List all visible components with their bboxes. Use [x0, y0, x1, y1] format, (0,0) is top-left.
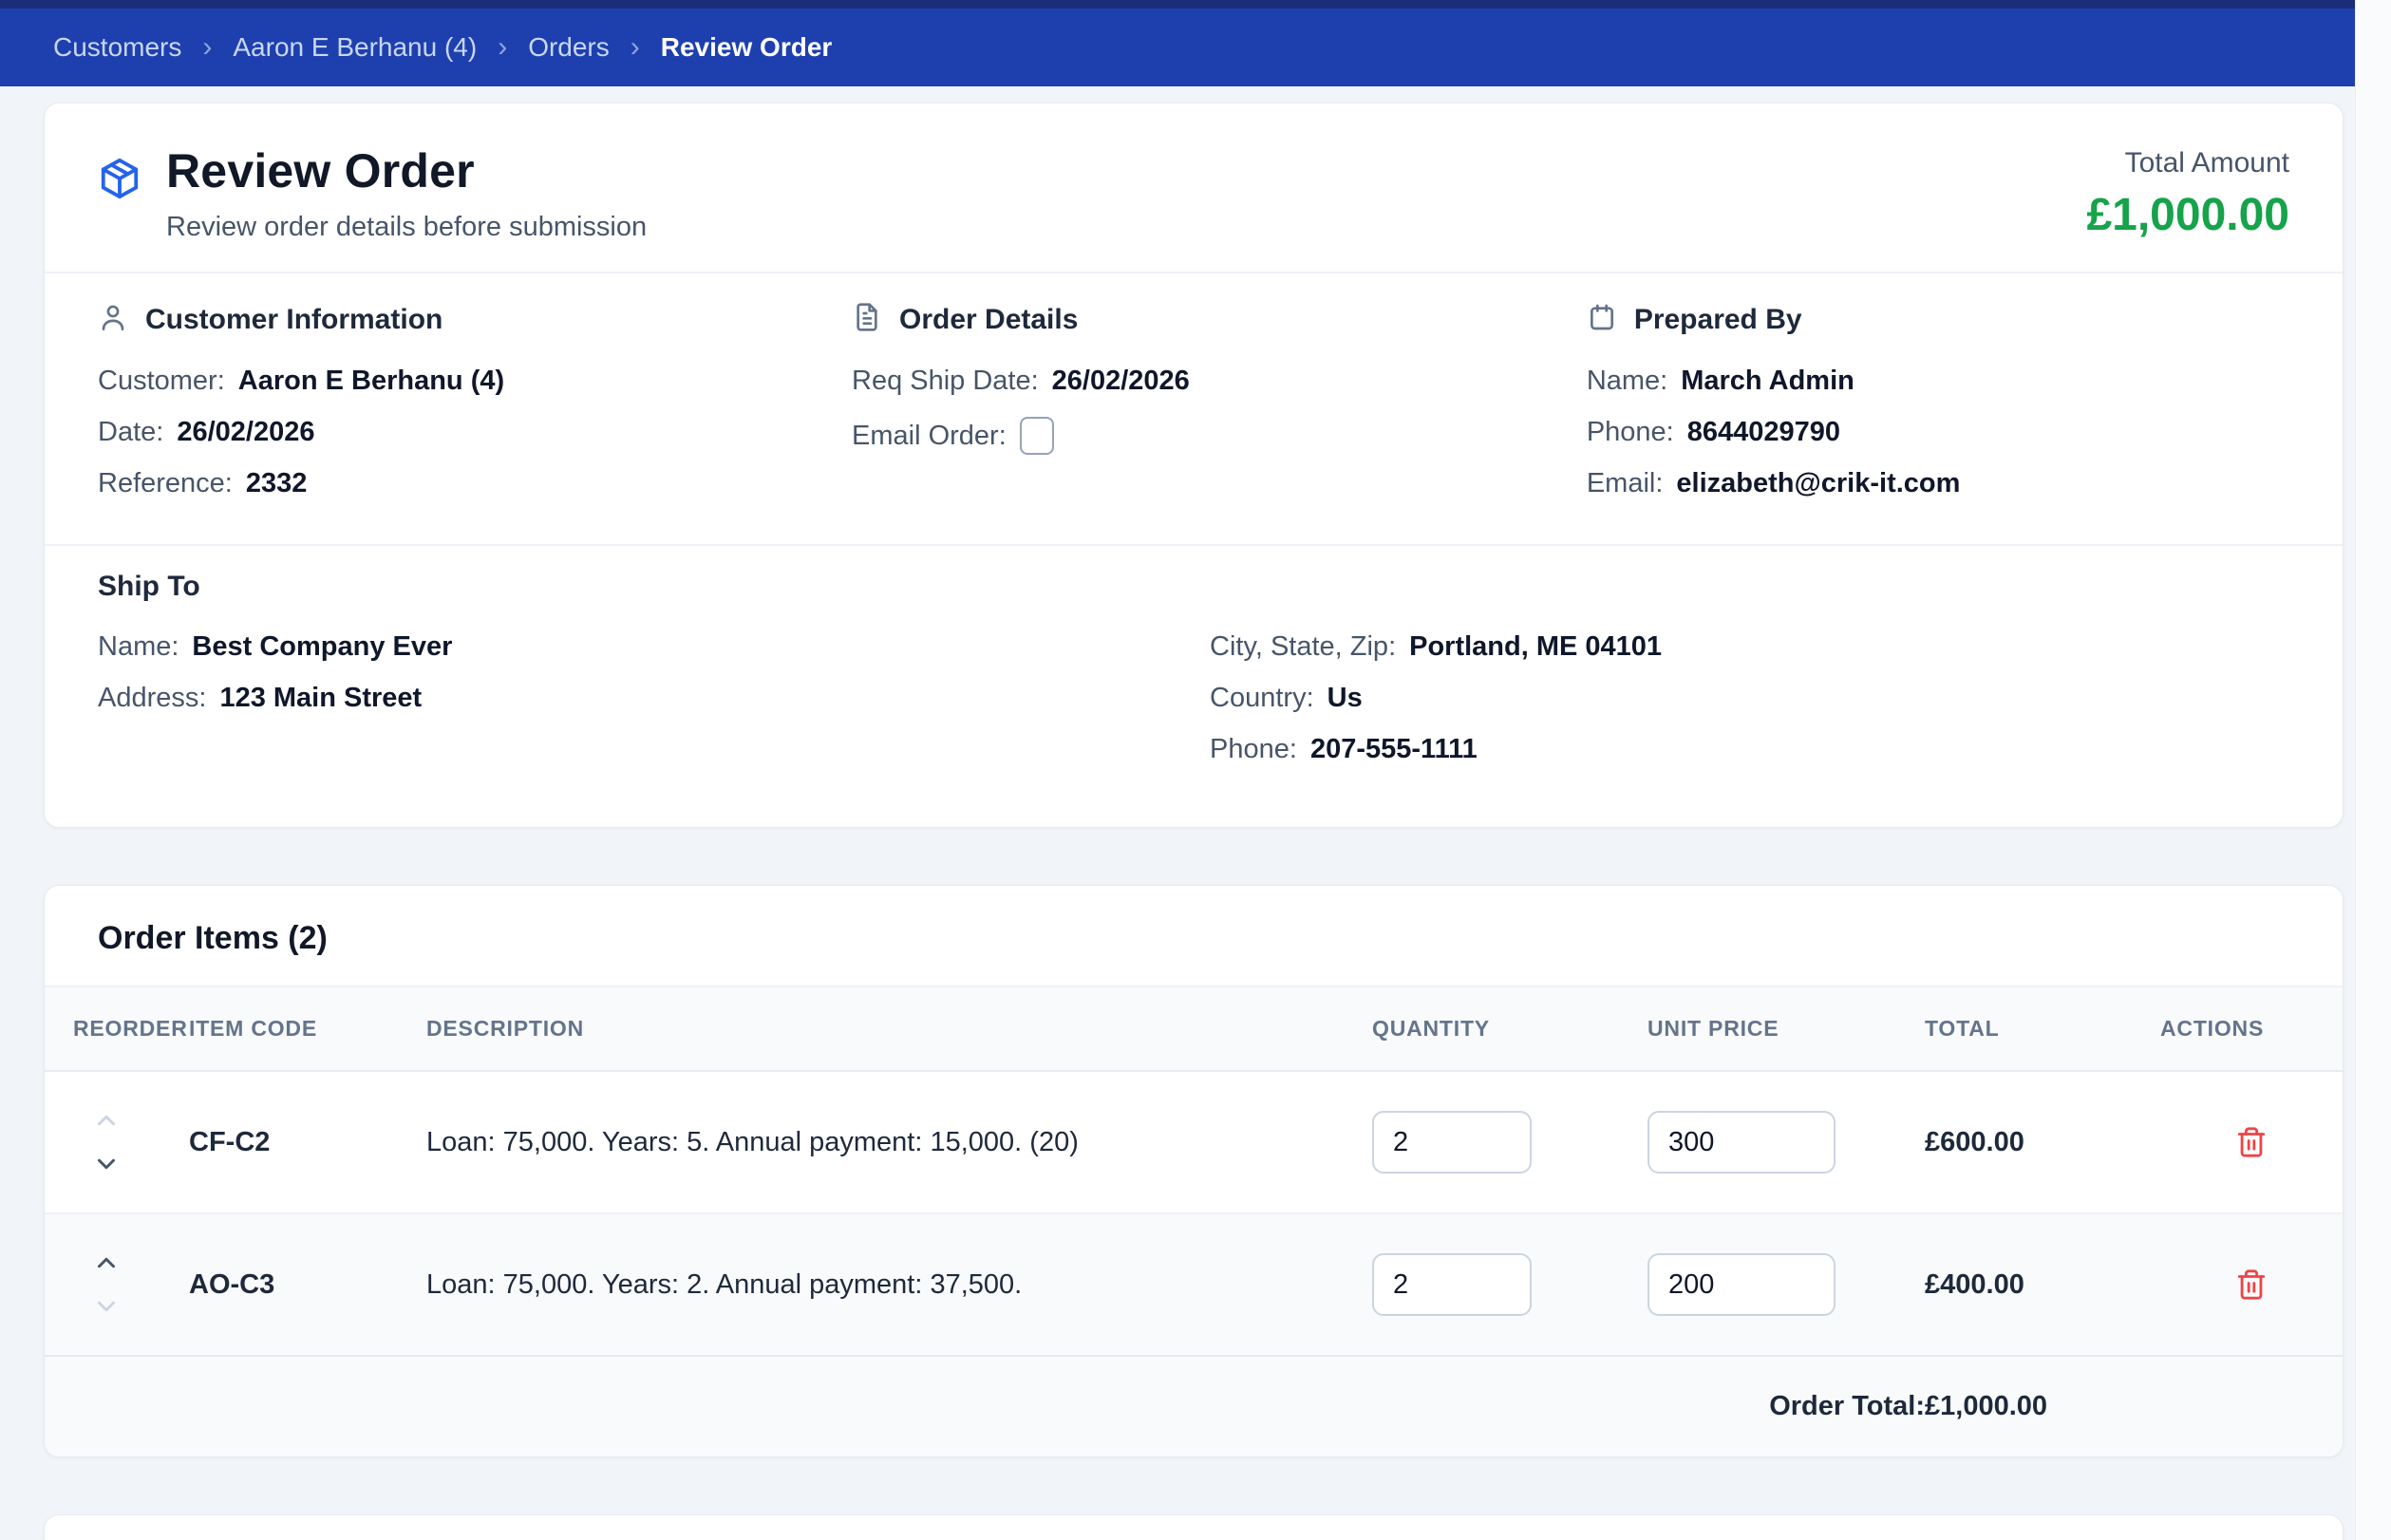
table-row: CF-C2 Loan: 75,000. Years: 5. Annual pay… — [45, 1071, 2343, 1213]
prepared-email-value: elizabeth@crik-it.com — [1676, 468, 1961, 498]
prepared-by-heading: Prepared By — [1633, 303, 1802, 335]
ship-to-section: Ship To Name: Best Company Ever Address: 1… — [45, 546, 2343, 827]
column-header-total: Total — [1925, 986, 2160, 1072]
prepared-name-label: Name: — [1586, 366, 1668, 396]
breadcrumb-separator-icon: › — [202, 31, 213, 63]
breadcrumb-orders[interactable]: Orders — [528, 32, 610, 63]
date-value: 26/02/2026 — [177, 417, 315, 447]
ship-city-label: City, State, Zip: — [1210, 631, 1397, 662]
total-amount-label: Total Amount — [2124, 147, 2289, 178]
req-ship-date-label: Req Ship Date: — [852, 366, 1039, 396]
order-items-card: Order Items (2) Reorder Item Code Descri… — [44, 885, 2344, 1457]
order-items-heading: Order Items (2) — [98, 920, 328, 956]
customer-information-section: Customer Information Customer: Aaron E Be… — [98, 302, 852, 519]
user-icon — [98, 302, 128, 337]
item-description: Loan: 75,000. Years: 5. Annual payment: … — [426, 1126, 1079, 1157]
reference-label: Reference: — [98, 468, 233, 498]
ship-country-label: Country: — [1210, 683, 1314, 713]
breadcrumb-customers[interactable]: Customers — [53, 32, 181, 63]
breadcrumb-current-page: Review Order — [660, 32, 833, 62]
ship-address-value: 123 Main Street — [219, 683, 423, 713]
column-header-reorder: Reorder — [45, 986, 189, 1072]
delete-item-button[interactable] — [2235, 1268, 2268, 1301]
order-details-section: Order Details Req Ship Date: 26/02/2026 E… — [852, 302, 1587, 519]
prepared-by-section: Prepared By Name: March Admin Phone: 86440… — [1587, 302, 2289, 519]
prepared-phone-value: 8644029790 — [1686, 417, 1841, 447]
item-description: Loan: 75,000. Years: 2. Annual payment: … — [426, 1268, 1023, 1300]
package-icon — [98, 157, 141, 205]
ship-address-label: Address: — [98, 683, 207, 713]
order-total-label: Order Total: — [45, 1355, 1925, 1456]
breadcrumb-customer-name[interactable]: Aaron E Berhanu (4) — [233, 32, 477, 63]
page-subtitle: Review order details before submission — [166, 212, 648, 242]
order-details-heading: Order Details — [899, 303, 1079, 335]
prepared-email-label: Email: — [1586, 468, 1664, 498]
scrollbar-track[interactable] — [2355, 0, 2391, 1540]
email-order-label: Email Order: — [852, 420, 1007, 451]
order-total-value: £1,000.00 — [1925, 1355, 2160, 1456]
breadcrumb-separator-icon: › — [630, 31, 640, 63]
column-header-quantity: Quantity — [1372, 986, 1647, 1072]
move-up-icon — [92, 1106, 121, 1135]
trash-icon — [2237, 1127, 2266, 1157]
breadcrumb-separator-icon: › — [498, 31, 508, 63]
standard-order-card: Make this standard order — [44, 1514, 2344, 1540]
top-accent-strip — [0, 0, 2355, 9]
customer-label: Customer: — [98, 366, 225, 396]
document-icon — [852, 302, 882, 337]
item-code: CF-C2 — [189, 1126, 271, 1157]
move-up-icon[interactable] — [92, 1249, 121, 1277]
quantity-input[interactable] — [1372, 1253, 1532, 1316]
column-header-actions: Actions — [2160, 986, 2343, 1072]
date-label: Date: — [98, 417, 164, 447]
calendar-icon — [1587, 302, 1617, 337]
breadcrumb-bar: Customers › Aaron E Berhanu (4) › Orders… — [0, 9, 2355, 86]
review-order-card: Review Order Review order details before… — [44, 103, 2344, 828]
ship-to-heading: Ship To — [98, 571, 200, 602]
order-items-table: Reorder Item Code Description Quantity U… — [45, 986, 2343, 1456]
customer-value: Aaron E Berhanu (4) — [237, 366, 505, 396]
delete-item-button[interactable] — [2235, 1126, 2268, 1158]
line-total: £400.00 — [1925, 1268, 2024, 1300]
item-code: AO-C3 — [189, 1268, 275, 1300]
move-down-icon[interactable] — [92, 1150, 121, 1178]
move-down-icon — [92, 1292, 121, 1321]
ship-city-value: Portland, ME 04101 — [1409, 631, 1663, 662]
column-header-item-code: Item Code — [189, 986, 426, 1072]
unit-price-input[interactable] — [1647, 1253, 1836, 1316]
trash-icon — [2237, 1269, 2266, 1300]
reference-value: 2332 — [245, 468, 308, 498]
total-amount-value: £1,000.00 — [2086, 190, 2289, 240]
ship-phone-value: 207-555-1111 — [1309, 734, 1478, 764]
ship-name-label: Name: — [98, 631, 179, 662]
column-header-description: Description — [426, 986, 1372, 1072]
table-row: AO-C3 Loan: 75,000. Years: 2. Annual pay… — [45, 1212, 2343, 1356]
order-total-row: Order Total: £1,000.00 — [45, 1355, 2343, 1456]
ship-phone-label: Phone: — [1210, 734, 1297, 764]
customer-information-heading: Customer Information — [145, 303, 443, 335]
prepared-phone-label: Phone: — [1586, 417, 1674, 447]
ship-country-value: Us — [1327, 683, 1363, 713]
quantity-input[interactable] — [1372, 1111, 1532, 1174]
req-ship-date-value: 26/02/2026 — [1051, 366, 1190, 396]
email-order-checkbox[interactable] — [1019, 417, 1054, 455]
column-header-unit-price: Unit Price — [1647, 986, 1925, 1072]
unit-price-input[interactable] — [1647, 1111, 1836, 1174]
page-title: Review Order — [166, 144, 475, 197]
breadcrumb: Customers › Aaron E Berhanu (4) › Orders… — [53, 31, 832, 64]
line-total: £600.00 — [1925, 1126, 2024, 1157]
prepared-name-value: March Admin — [1681, 366, 1854, 396]
ship-name-value: Best Company Ever — [192, 631, 453, 662]
